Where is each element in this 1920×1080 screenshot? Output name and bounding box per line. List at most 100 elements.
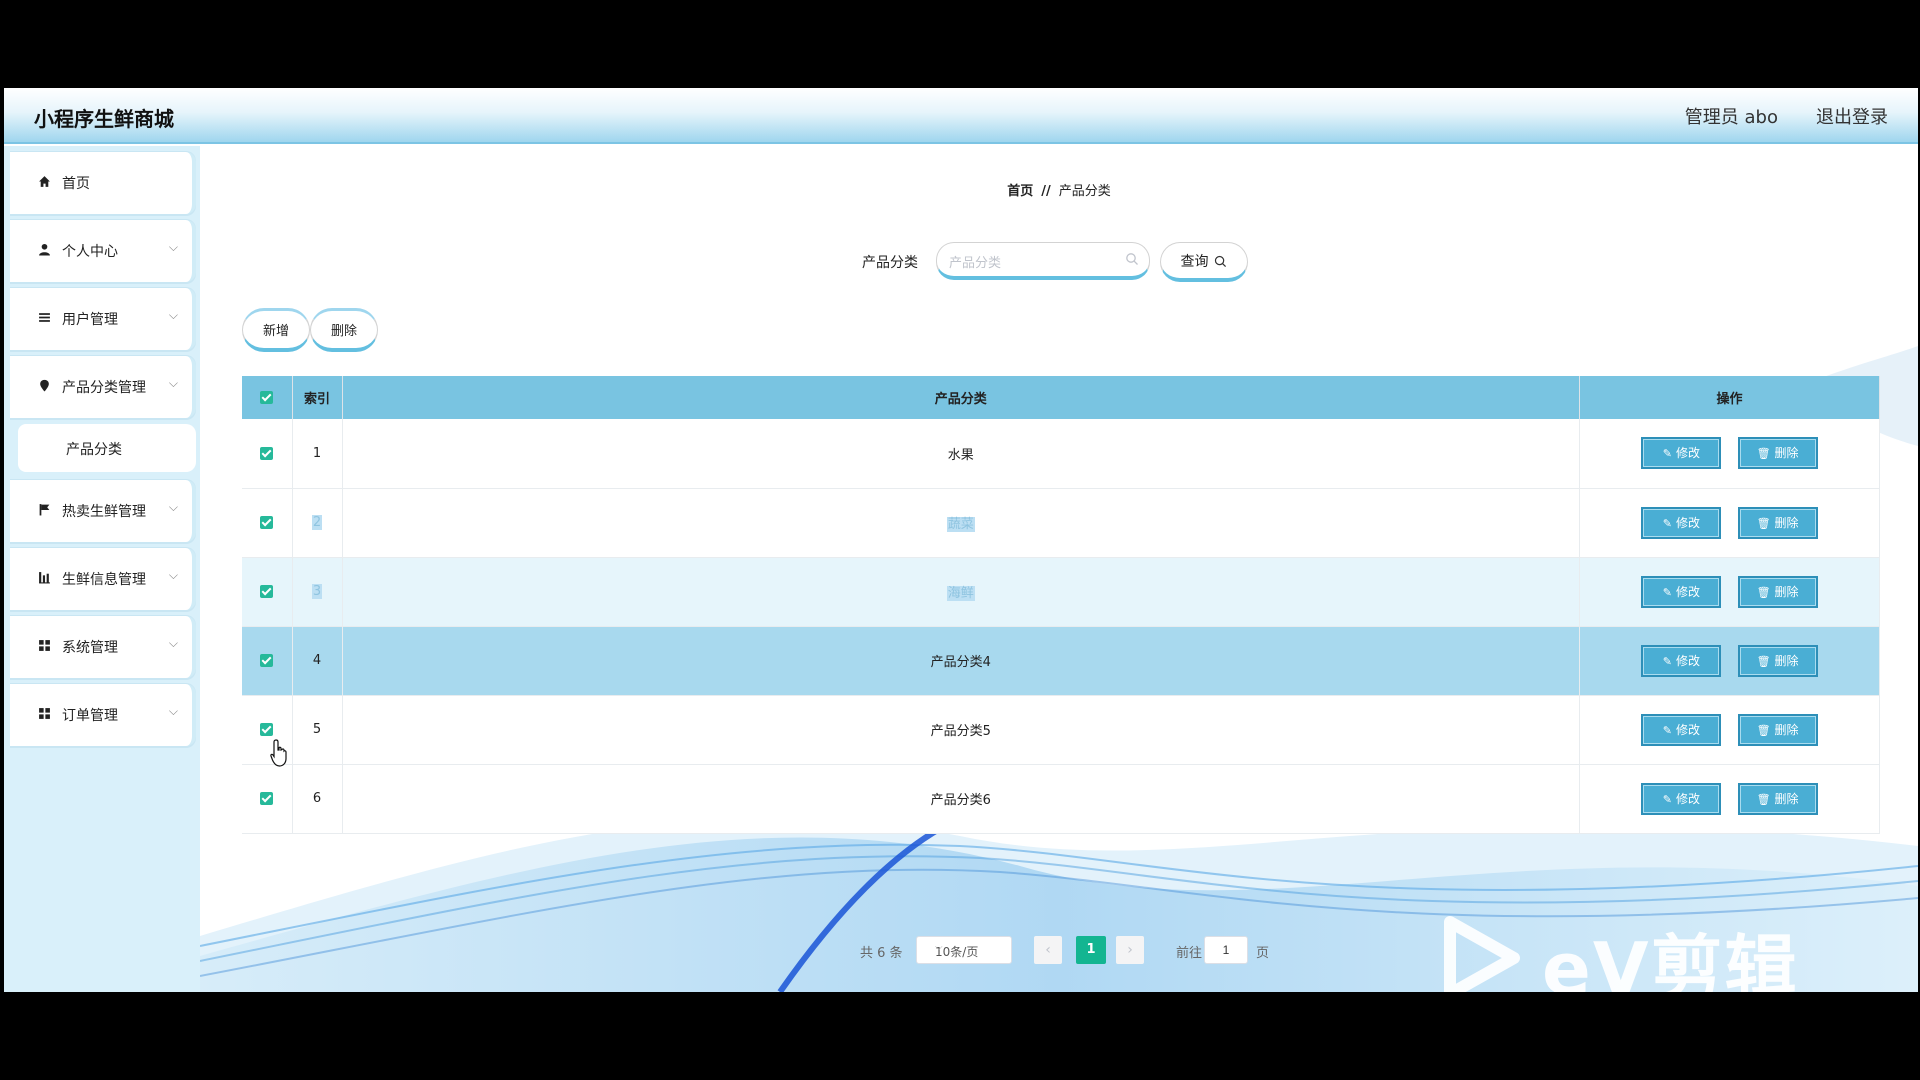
home-icon [36, 175, 52, 191]
sidebar-item-home[interactable]: 首页 [10, 152, 196, 214]
page-size-select[interactable]: 10条/页 ⌵ [916, 936, 1012, 964]
sidebar-item-label: 订单管理 [62, 708, 118, 724]
sidebar-subitem-label: 产品分类 [66, 442, 122, 458]
header-category: 产品分类 [342, 376, 1580, 419]
edit-label: 修改 [1676, 446, 1701, 461]
sidebar-item-label: 产品分类管理 [62, 380, 146, 396]
row-ops: ✎ 修改 🗑 删除 [1579, 488, 1880, 558]
row-index: 3 [292, 557, 343, 627]
goto-page-input[interactable] [1204, 936, 1248, 964]
chevron-down-icon: ⌵ [168, 704, 178, 718]
sidebar-item-users[interactable]: 用户管理 ⌵ [10, 288, 196, 350]
sidebar: 首页 个人中心 ⌵ 用户管理 ⌵ 产品分类管理 ⌵ 产品分类 热卖生鲜管理 ⌵ … [4, 146, 200, 992]
edit-icon: ✎ [1662, 447, 1673, 461]
delete-button[interactable]: 🗑 删除 [1737, 713, 1818, 746]
goto-label: 前往 [1176, 946, 1203, 961]
query-button[interactable]: 查询 [1160, 242, 1248, 282]
table-row: 3 海鲜 ✎ 修改 🗑 删除 [242, 557, 1880, 627]
edit-button[interactable]: ✎ 修改 [1641, 713, 1722, 746]
breadcrumb-home[interactable]: 首页 [1007, 184, 1033, 199]
delete-button[interactable]: 🗑 删除 [1737, 437, 1818, 470]
search-field[interactable] [936, 242, 1150, 280]
sidebar-item-label: 首页 [62, 176, 90, 192]
edit-icon: ✎ [1662, 723, 1673, 737]
row-category-text: 产品分类5 [930, 724, 991, 739]
table-row: 5 产品分类5 ✎ 修改 🗑 删除 [242, 695, 1880, 765]
edit-icon: ✎ [1662, 585, 1673, 599]
header-index: 索引 [292, 376, 343, 419]
delete-label: 删除 [1774, 584, 1799, 599]
user-icon [36, 243, 52, 259]
table-row: 1 水果 ✎ 修改 🗑 删除 [242, 419, 1880, 489]
watermark: eV剪辑 [1442, 910, 1822, 992]
row-index: 4 [292, 626, 343, 696]
page-number-button[interactable]: 1 [1076, 936, 1106, 964]
delete-button[interactable]: 🗑 删除 [1737, 644, 1818, 677]
edit-button[interactable]: ✎ 修改 [1641, 644, 1722, 677]
row-checkbox[interactable] [260, 654, 274, 667]
row-category: 产品分类6 [342, 764, 1580, 834]
edit-button[interactable]: ✎ 修改 [1641, 782, 1722, 815]
select-all-cell [242, 376, 293, 419]
search-label: 产品分类 [862, 255, 918, 271]
sidebar-item-fresh-info[interactable]: 生鲜信息管理 ⌵ [10, 548, 196, 610]
sidebar-item-category-mgmt[interactable]: 产品分类管理 ⌵ [10, 356, 196, 418]
chevron-down-icon: ⌵ [168, 500, 178, 514]
edit-label: 修改 [1676, 653, 1701, 668]
delete-label: 删除 [1774, 515, 1799, 530]
row-checkbox[interactable] [260, 516, 274, 529]
table-row: 6 产品分类6 ✎ 修改 🗑 删除 [242, 764, 1880, 834]
trash-icon: 🗑 [1756, 723, 1771, 737]
edit-button[interactable]: ✎ 修改 [1641, 437, 1722, 470]
edit-button[interactable]: ✎ 修改 [1641, 506, 1722, 539]
row-checkbox[interactable] [260, 792, 274, 805]
row-category: 海鲜 [342, 557, 1580, 627]
trash-icon: 🗑 [1756, 654, 1771, 668]
batch-delete-button[interactable]: 删除 [310, 308, 378, 352]
prev-page-button[interactable]: ‹ [1034, 936, 1062, 964]
sidebar-item-label: 生鲜信息管理 [62, 572, 146, 588]
app-title: 小程序生鲜商城 [34, 107, 174, 131]
sidebar-item-hot-sale[interactable]: 热卖生鲜管理 ⌵ [10, 480, 196, 542]
row-checkbox[interactable] [260, 446, 274, 460]
delete-button[interactable]: 🗑 删除 [1737, 575, 1818, 608]
sidebar-item-label: 系统管理 [62, 640, 118, 656]
row-checkbox-cell [242, 488, 293, 558]
row-category-text: 海鲜 [946, 586, 975, 601]
sidebar-subitem-category[interactable]: 产品分类 [18, 424, 196, 472]
chevron-down-icon: ⌵ [168, 376, 178, 390]
row-index-text: 3 [311, 584, 323, 599]
row-checkbox[interactable] [260, 723, 274, 736]
sidebar-item-orders[interactable]: 订单管理 ⌵ [10, 684, 196, 746]
delete-button[interactable]: 🗑 删除 [1737, 506, 1818, 539]
delete-label: 删除 [1774, 653, 1799, 668]
query-button-label: 查询 [1180, 252, 1209, 269]
sidebar-item-label: 热卖生鲜管理 [62, 504, 146, 520]
grid-icon [36, 707, 52, 723]
next-page-button[interactable]: › [1116, 936, 1144, 964]
search-input[interactable] [949, 252, 1119, 272]
chevron-down-icon: ⌵ [168, 568, 178, 582]
sidebar-item-personal[interactable]: 个人中心 ⌵ [10, 220, 196, 282]
chevron-right-icon: › [1127, 942, 1133, 958]
goto-unit: 页 [1256, 946, 1270, 961]
select-all-checkbox[interactable] [260, 391, 274, 404]
edit-button[interactable]: ✎ 修改 [1641, 575, 1722, 608]
row-checkbox-cell [242, 419, 293, 489]
row-checkbox-cell [242, 764, 293, 834]
row-checkbox[interactable] [260, 585, 274, 598]
add-button[interactable]: 新增 [242, 308, 310, 352]
delete-button[interactable]: 🗑 删除 [1737, 782, 1818, 815]
edit-icon: ✎ [1662, 516, 1673, 530]
row-category: 水果 [342, 419, 1580, 489]
row-checkbox-cell [242, 626, 293, 696]
row-index: 1 [292, 419, 343, 489]
chevron-down-icon: ⌵ [168, 308, 178, 322]
sidebar-item-label: 个人中心 [62, 244, 118, 260]
sidebar-item-system[interactable]: 系统管理 ⌵ [10, 616, 196, 678]
row-ops: ✎ 修改 🗑 删除 [1579, 557, 1880, 627]
edit-label: 修改 [1676, 791, 1701, 806]
row-index-text: 2 [311, 515, 323, 530]
row-category: 蔬菜 [342, 488, 1580, 558]
logout-link[interactable]: 退出登录 [1816, 103, 1888, 129]
